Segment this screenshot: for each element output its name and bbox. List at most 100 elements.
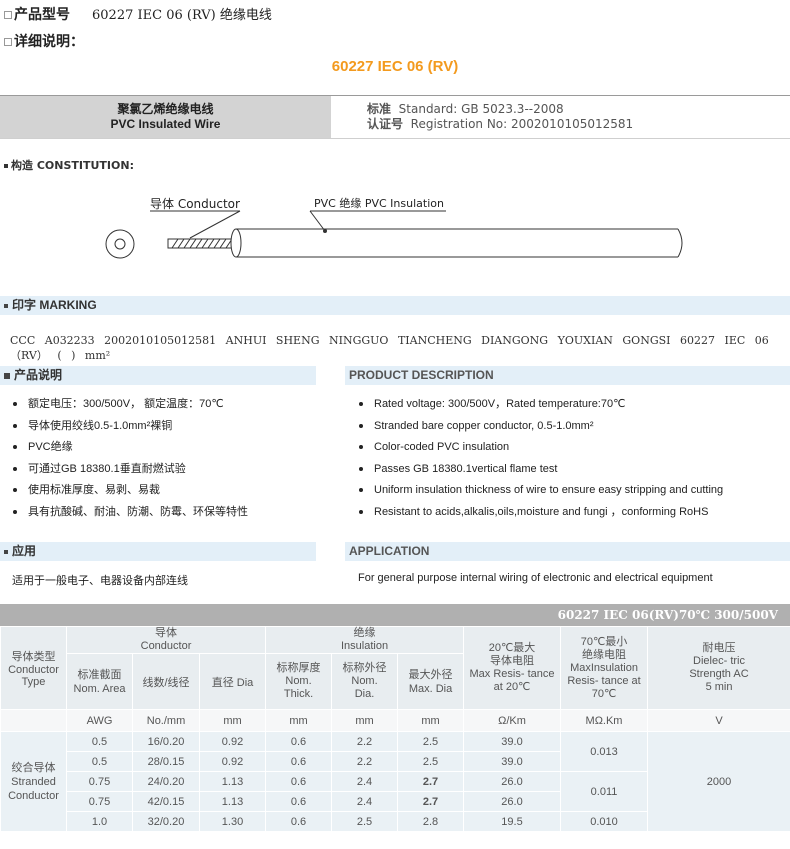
- unit-cell: V: [647, 709, 790, 732]
- table-cell: 2.2: [331, 731, 399, 752]
- conductor-cross-section: [114, 238, 126, 250]
- product-desc-cn-label: 产品说明: [14, 368, 63, 382]
- product-title-bar: 聚氯乙烯绝缘电线 PVC Insulated Wire 标准 Standard:…: [0, 95, 790, 139]
- conductor-type-cell: 绞合导体 Stranded Conductor: [0, 731, 67, 832]
- header-dia: 直径 Dia: [198, 653, 267, 710]
- marking-text: CCC A032233 2002010105012581 ANHUI SHENG…: [10, 334, 769, 362]
- table-cell: 0.6: [265, 791, 333, 812]
- marking-bar: 印字 MARKING: [0, 296, 790, 315]
- table-cell: 2.4: [331, 791, 399, 812]
- table-cell: 42/0.15: [132, 791, 200, 812]
- unit-cell: AWG: [66, 709, 133, 732]
- table-cell: 24/0.20: [132, 771, 200, 792]
- header-max-dia: 最大外径 Max. Dia: [397, 653, 465, 710]
- product-name-box: 聚氯乙烯绝缘电线 PVC Insulated Wire: [0, 96, 331, 138]
- table-cell: 0.011: [560, 771, 649, 812]
- header-group-insulation: 绝缘 Insulation: [265, 626, 465, 654]
- image-placeholder-icon: [4, 11, 12, 19]
- list-item: Rated voltage: 300/500V，Rated temperatur…: [356, 397, 723, 419]
- marking-label: 印字 MARKING: [12, 298, 97, 312]
- application-en-bar: APPLICATION: [345, 542, 790, 561]
- list-item: Color-coded PVC insulation: [356, 440, 723, 462]
- product-desc-cn-bar: 产品说明: [0, 366, 316, 385]
- spec-table-wrap: 60227 IEC 06(RV)70℃ 300/500V 导体类型 Conduc…: [0, 604, 790, 832]
- product-desc-en-label: PRODUCT DESCRIPTION: [349, 368, 494, 382]
- table-cell: 2.8: [397, 811, 465, 832]
- table-cell: 0.013: [560, 731, 649, 772]
- table-cell: 2.4: [331, 771, 399, 792]
- list-item: 可通过GB 18380.1垂直耐燃试验: [10, 462, 248, 484]
- header-strand: 线数/线径: [132, 653, 200, 710]
- table-cell: 28/0.15: [132, 751, 200, 772]
- insulation-body: [230, 228, 683, 258]
- table-cell: 32/0.20: [132, 811, 200, 832]
- product-name-cn: 聚氯乙烯绝缘电线: [117, 102, 214, 116]
- list-item: Resistant to acids,alkalis,oils,moisture…: [356, 505, 723, 527]
- table-cell: 26.0: [463, 791, 562, 812]
- conductor-label: 导体 Conductor: [150, 197, 240, 211]
- bullet-icon: [4, 303, 8, 308]
- table-cell: 0.75: [66, 791, 133, 812]
- unit-cell: mm: [198, 709, 267, 732]
- unit-cell: No./mm: [132, 709, 200, 732]
- insulation-label: PVC 绝缘 PVC Insulation: [314, 196, 444, 210]
- model-value: 60227 IEC 06 (RV) 绝缘电线: [92, 8, 272, 23]
- registration-value: Registration No: 2002010105012581: [410, 117, 634, 131]
- table-cell: 2.5: [397, 751, 465, 772]
- unit-cell: mm: [265, 709, 333, 732]
- table-cell: 0.92: [198, 731, 267, 752]
- list-item: 具有抗酸碱、耐油、防潮、防霉、环保等特性: [10, 505, 248, 527]
- header-nom-area: 标准截面 Nom. Area: [66, 653, 133, 710]
- standard-label: 标准: [367, 102, 392, 116]
- wire-illustration: 导体 Conductor PVC 绝缘 PVC Insulation: [105, 196, 683, 259]
- table-cell: 1.30: [198, 811, 267, 832]
- construction-label: 构造 CONSTITUTION:: [4, 157, 134, 173]
- header-outer-dia: 标称外径 Nom. Dia.: [331, 653, 399, 710]
- product-name-en: PVC Insulated Wire: [110, 117, 221, 131]
- header-voltage: 耐电压 Dielec- tric Strength AC 5 min: [647, 626, 790, 710]
- table-cell: 16/0.20: [132, 731, 200, 752]
- list-item: Passes GB 18380.1vertical flame test: [356, 462, 723, 484]
- list-item: Stranded bare copper conductor, 0.5-1.0m…: [356, 419, 723, 441]
- table-cell: 19.5: [463, 811, 562, 832]
- product-desc-en-bar: PRODUCT DESCRIPTION: [345, 366, 790, 385]
- table-cell: 2.5: [331, 811, 399, 832]
- table-cell: 1.13: [198, 791, 267, 812]
- header-group-conductor: 导体 Conductor: [65, 626, 267, 654]
- table-cell: 0.6: [265, 751, 333, 772]
- list-item: 导体使用绞线0.5-1.0mm²裸铜: [10, 419, 248, 441]
- bullet-icon: [4, 549, 8, 554]
- unit-cell: mm: [331, 709, 399, 732]
- table-cell: 0.5: [66, 751, 133, 772]
- application-en-label: APPLICATION: [349, 544, 430, 558]
- page-title: 60227 IEC 06 (RV): [331, 58, 459, 75]
- table-cell: 0.5: [66, 731, 133, 752]
- list-item: 使用标准厚度、易剥、易裁: [10, 483, 248, 505]
- unit-cell: mm: [397, 709, 465, 732]
- table-row: 绞合导体 Stranded Conductor 0.5 16/0.20 0.92…: [0, 731, 790, 832]
- table-cell: 2.7: [397, 771, 465, 792]
- table-cell: 39.0: [463, 751, 562, 772]
- header-conductor-type: 导体类型 Conductor Type: [0, 626, 67, 710]
- registration-label: 认证号: [367, 117, 404, 131]
- model-label: 产品型号: [14, 7, 70, 23]
- spec-table: 导体类型 Conductor Type 导体 Conductor 绝缘 Insu…: [0, 626, 790, 832]
- list-item: 额定电压：300/500V， 额定温度：70℃: [10, 397, 248, 419]
- conductor-strands: [167, 238, 237, 249]
- table-cell: 0.010: [560, 811, 649, 832]
- table-cell: 39.0: [463, 731, 562, 752]
- header-resistance-70: 70℃最小 绝缘电阻 MaxInsulation Resis- tance at…: [560, 626, 649, 710]
- table-cell: 0.6: [265, 731, 333, 752]
- table-cell: 1.13: [198, 771, 267, 792]
- table-cell: 2.5: [397, 731, 465, 752]
- list-item: PVC绝缘: [10, 440, 248, 462]
- details-label: 详细说明：: [14, 34, 84, 50]
- list-item: Uniform insulation thickness of wire to …: [356, 483, 723, 505]
- wire-diagram: 导体 Conductor PVC 绝缘 PVC Insulation: [0, 176, 790, 276]
- product-desc-en-list: Rated voltage: 300/500V，Rated temperatur…: [356, 397, 723, 527]
- table-cell: 0.75: [66, 771, 133, 792]
- product-model-line: 产品型号 60227 IEC 06 (RV) 绝缘电线: [4, 4, 272, 24]
- table-cell: 0.92: [198, 751, 267, 772]
- table-cell: 0.6: [265, 771, 333, 792]
- unit-cell: Ω/Km: [463, 709, 562, 732]
